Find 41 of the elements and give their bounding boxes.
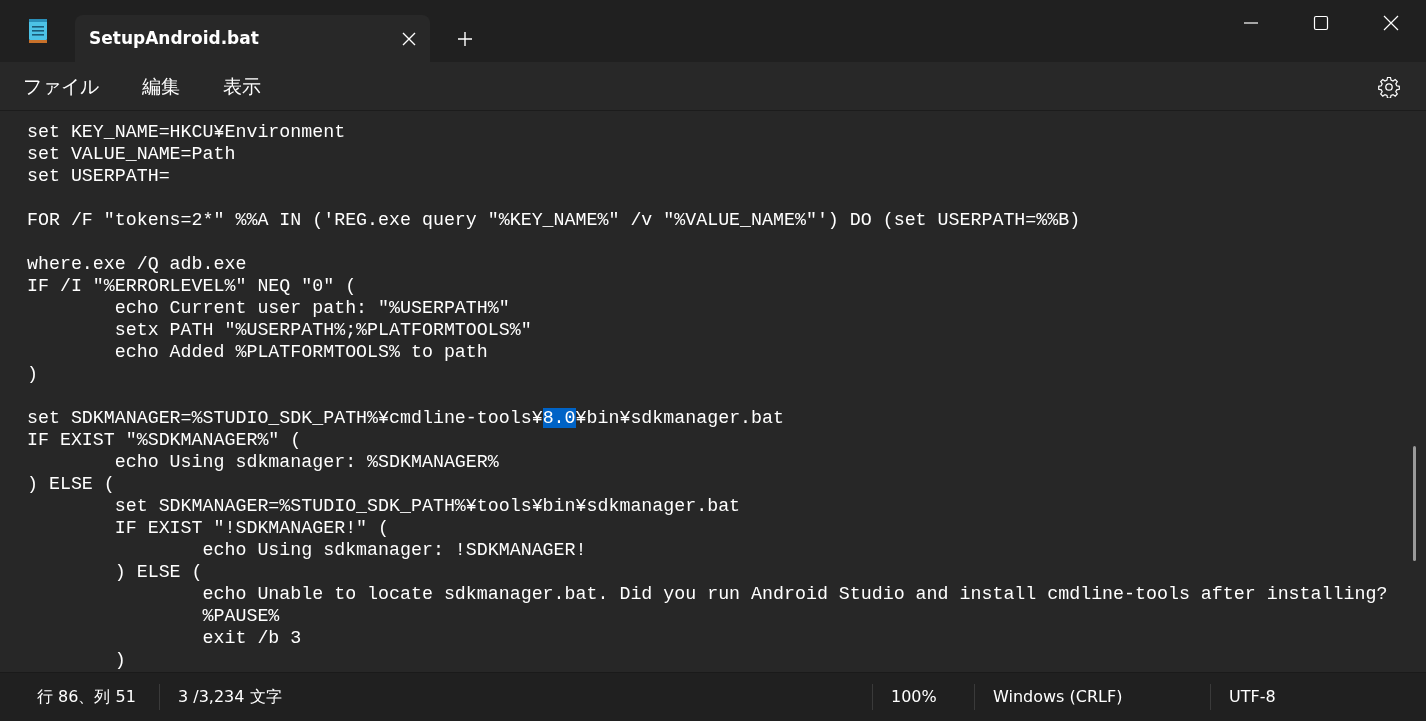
code-line: )	[113, 649, 127, 671]
code-line: echo Using sdkmanager: !SDKMANAGER!	[201, 539, 588, 561]
notepad-icon	[27, 19, 48, 43]
status-text: UTF-8	[1228, 686, 1277, 708]
status-text: 100%	[873, 684, 975, 710]
settings-icon[interactable]	[1378, 75, 1400, 98]
code-line: IF /I "%ERRORLEVEL%" NEQ "0" (	[27, 275, 358, 297]
code-line: set USERPATH=	[27, 165, 171, 187]
status-text: 3 /3,234 文字	[177, 686, 283, 708]
plus-icon[interactable]	[457, 30, 473, 47]
code-line: echo Current user path: "%USERPATH%"	[113, 297, 511, 319]
tab-title: SetupAndroid.bat	[89, 26, 259, 50]
code-line: setx PATH "%USERPATH%;%PLATFORMTOOLS%"	[113, 319, 533, 341]
close-icon[interactable]	[1383, 14, 1399, 31]
code-line: IF EXIST "!SDKMANAGER!" (	[113, 517, 391, 539]
code-line: ) ELSE (	[27, 473, 116, 495]
close-icon[interactable]	[402, 31, 416, 46]
status-text: Windows (CRLF)	[975, 684, 1211, 710]
status-text: 行 86、列 51	[0, 684, 160, 710]
menu-item[interactable]: ファイル	[12, 67, 110, 105]
file-tab[interactable]: SetupAndroid.bat	[75, 15, 430, 62]
menu-item[interactable]: 編集	[131, 67, 191, 105]
code-line: ) ELSE (	[113, 561, 204, 583]
scrollbar-thumb[interactable]	[1413, 446, 1416, 561]
selected-text: 8.0	[542, 408, 576, 428]
code-line: IF EXIST "%SDKMANAGER%" (	[27, 429, 303, 451]
code-line: echo Unable to locate sdkmanager.bat. Did you run Android Studio and install cmdline-tools after installing?	[201, 583, 1389, 605]
code-text: set SDKMANAGER=%STUDIO_SDK_PATH%¥cmdline-tools¥	[27, 408, 543, 428]
code-line: where.exe /Q adb.exe	[27, 253, 248, 275]
code-line: set SDKMANAGER=%STUDIO_SDK_PATH%¥tools¥bin¥sdkmanager.bat	[113, 495, 742, 517]
code-line: set VALUE_NAME=Path	[27, 143, 237, 165]
code-line: %PAUSE%	[201, 605, 281, 627]
code-line: echo Added %PLATFORMTOOLS% to path	[113, 341, 489, 363]
code-line: )	[27, 363, 39, 385]
code-line: echo Using sdkmanager: %SDKMANAGER%	[113, 451, 500, 473]
code-line: FOR /F "tokens=2*" %%A IN ('REG.exe query "%KEY_NAME%" /v "%VALUE_NAME%"') DO (set USERPATH=%%B)	[27, 209, 1082, 231]
code-line: exit /b 3	[201, 627, 303, 649]
maximize-icon[interactable]	[1313, 14, 1329, 31]
menu-item[interactable]: 表示	[212, 67, 272, 105]
code-line: set KEY_NAME=HKCU¥Environment	[27, 121, 347, 143]
code-text: ¥bin¥sdkmanager.bat	[575, 408, 784, 428]
